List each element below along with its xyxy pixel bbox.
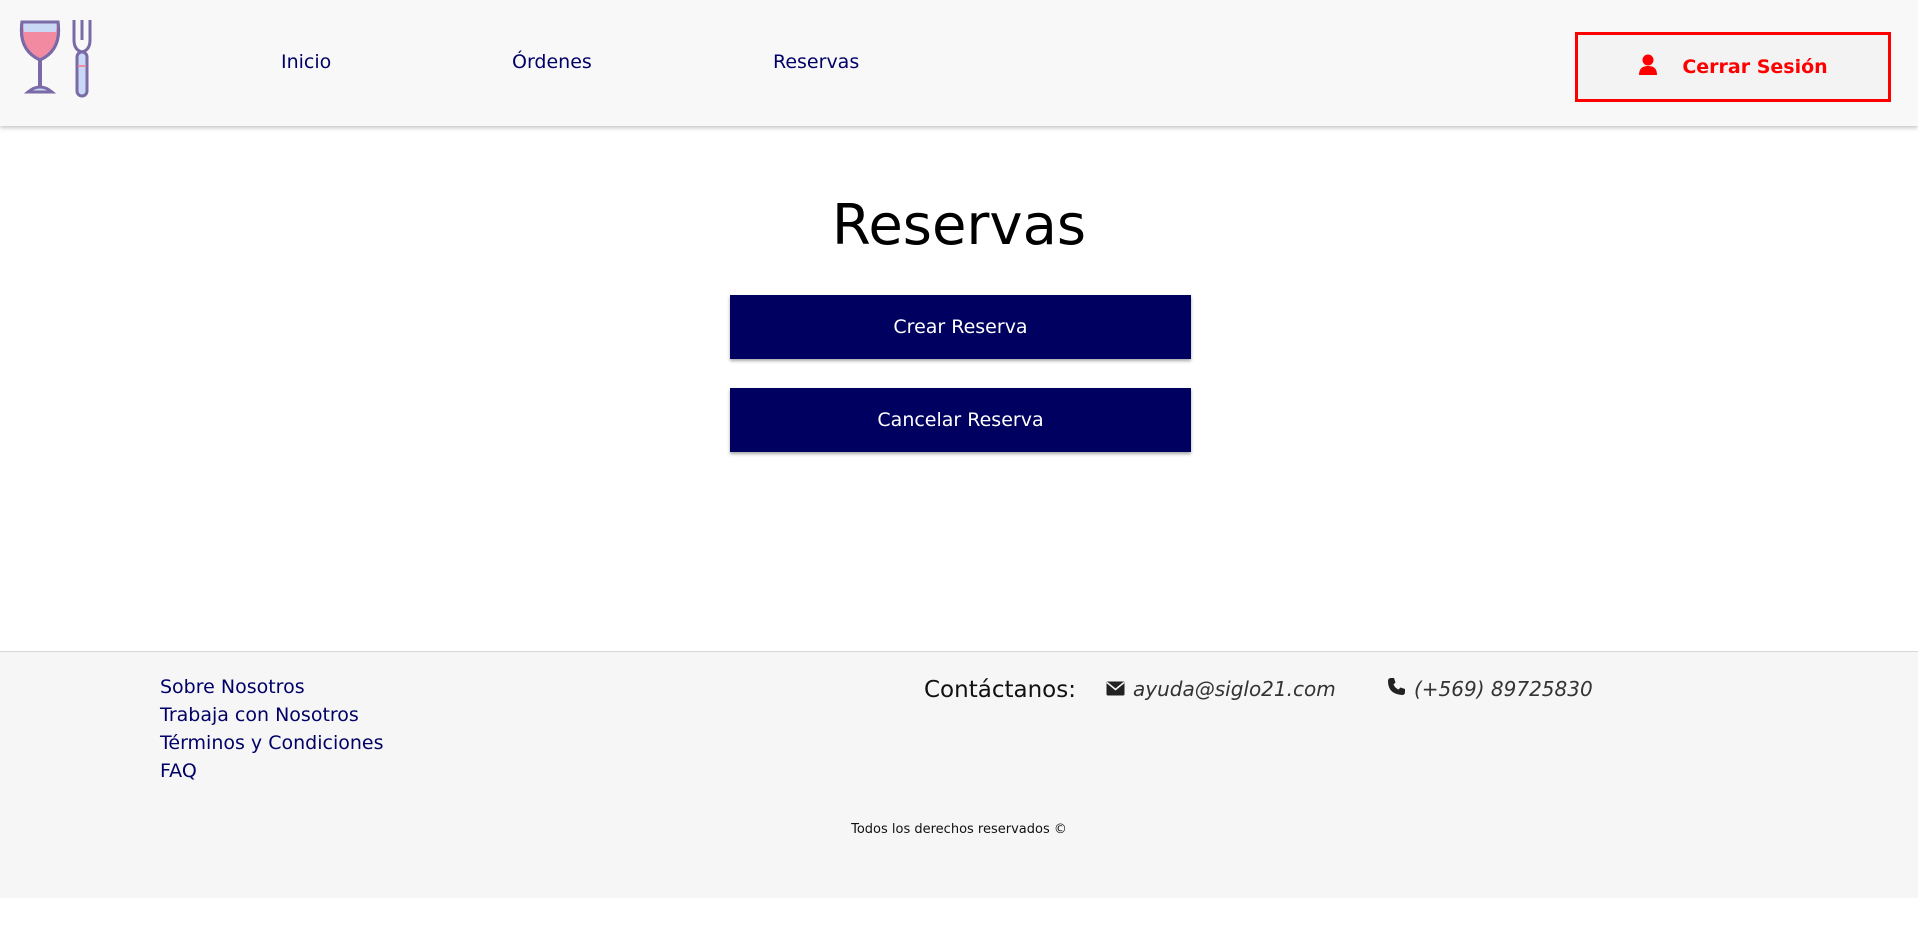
contact-phone-text: (+569) 89725830	[1414, 677, 1593, 701]
footer-link-terms[interactable]: Términos y Condiciones	[160, 731, 383, 755]
cancel-reservation-button[interactable]: Cancelar Reserva	[730, 388, 1191, 452]
contact-email[interactable]: ayuda@siglo21.com	[1106, 675, 1336, 703]
navbar: Inicio Órdenes Reservas Cerrar Sesión	[0, 0, 1918, 126]
envelope-icon	[1106, 675, 1125, 703]
nav-link-inicio[interactable]: Inicio	[281, 50, 331, 74]
page-title: Reservas	[831, 193, 1087, 258]
create-reservation-button[interactable]: Crear Reserva	[730, 295, 1191, 359]
contact-heading: Contáctanos:	[924, 677, 1076, 703]
logout-label: Cerrar Sesión	[1682, 56, 1828, 78]
footer-link-faq[interactable]: FAQ	[160, 759, 197, 783]
logout-button[interactable]: Cerrar Sesión	[1575, 32, 1891, 102]
wine-glass-fork-icon[interactable]	[18, 18, 102, 100]
footer: Sobre Nosotros Trabaja con Nosotros Térm…	[0, 651, 1918, 898]
footer-link-careers[interactable]: Trabaja con Nosotros	[160, 703, 359, 727]
contact-phone[interactable]: (+569) 89725830	[1387, 675, 1593, 703]
contact-email-text: ayuda@siglo21.com	[1133, 677, 1336, 701]
nav-link-ordenes[interactable]: Órdenes	[512, 50, 592, 74]
copyright: Todos los derechos reservados ©	[851, 822, 1067, 837]
nav-link-reservas[interactable]: Reservas	[773, 50, 859, 74]
footer-link-about[interactable]: Sobre Nosotros	[160, 675, 305, 699]
user-icon	[1638, 54, 1658, 80]
phone-icon	[1387, 675, 1406, 703]
